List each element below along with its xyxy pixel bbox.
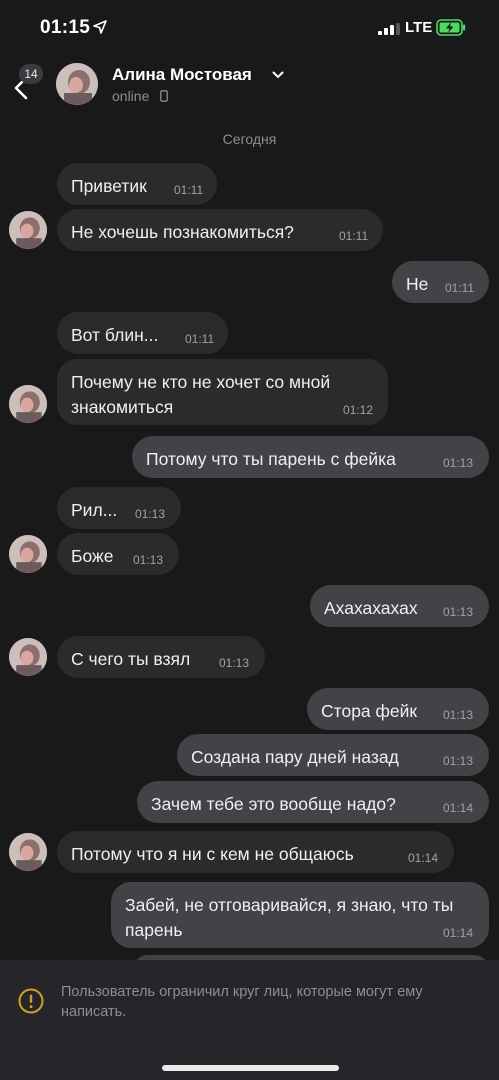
message-time: 01:13 bbox=[443, 605, 474, 619]
network-label: LTE bbox=[405, 19, 433, 36]
sender-avatar[interactable] bbox=[9, 638, 47, 676]
message-text: Ахахахахах bbox=[324, 598, 418, 618]
message-text: Почему не кто не хочет со мной знакомить… bbox=[71, 372, 331, 417]
message-text: Стора фейк bbox=[321, 701, 418, 721]
message-bubble[interactable]: Не хочешь познакомиться? 01:11 bbox=[57, 209, 383, 251]
message-bubble[interactable]: Почему не кто не хочет со мной знакомить… bbox=[57, 359, 388, 425]
message-text: Рил... bbox=[71, 500, 118, 520]
date-separator: Сегодня bbox=[222, 131, 277, 147]
message-text: Боже bbox=[71, 546, 114, 566]
message-text: Забей, не отговаривайся, я знаю, что ты … bbox=[125, 895, 454, 940]
message-text: Потому что ты парень с фейка bbox=[146, 449, 396, 469]
sender-avatar[interactable] bbox=[9, 385, 47, 423]
sender-avatar[interactable] bbox=[9, 211, 47, 249]
message-time: 01:11 bbox=[445, 281, 475, 295]
warning-icon bbox=[18, 988, 44, 1014]
message-bubble[interactable]: С чего ты взял 01:13 bbox=[57, 636, 265, 678]
message-time: 01:13 bbox=[219, 656, 250, 670]
chat-header: 14 Алина Мостовая online bbox=[0, 56, 499, 120]
message-time: 01:14 bbox=[408, 851, 439, 865]
message-text: Создана пару дней назад bbox=[191, 747, 399, 767]
signal-icon bbox=[378, 23, 400, 35]
contact-status: online bbox=[112, 88, 150, 104]
chevron-down-icon[interactable] bbox=[272, 71, 284, 79]
message-time: 01:11 bbox=[185, 332, 215, 346]
message-text: Не bbox=[406, 274, 429, 294]
sender-avatar[interactable] bbox=[9, 833, 47, 871]
message-time: 01:13 bbox=[443, 754, 474, 768]
message-bubble[interactable]: Потому что ты парень с фейка 01:13 bbox=[132, 436, 489, 478]
message-text: Зачем тебе это вообще надо? bbox=[151, 794, 396, 814]
status-time: 01:15 bbox=[40, 17, 91, 38]
message-time: 01:14 bbox=[443, 926, 474, 940]
phone-icon bbox=[160, 90, 168, 102]
message-time: 01:13 bbox=[443, 456, 474, 470]
message-time: 01:11 bbox=[339, 229, 369, 243]
message-time: 01:13 bbox=[443, 708, 474, 722]
location-arrow-icon bbox=[93, 20, 107, 34]
battery-charging-icon bbox=[436, 19, 466, 36]
message-bubble[interactable]: Потому что я ни с кем не общаюсь 01:14 bbox=[57, 831, 454, 873]
status-bar: 01:15 LTE bbox=[0, 0, 499, 56]
message-text: Приветик bbox=[71, 176, 147, 196]
contact-name[interactable]: Алина Мостовая bbox=[112, 65, 252, 85]
contact-avatar[interactable] bbox=[56, 63, 98, 105]
message-bubble[interactable]: Забей, не отговаривайся, я знаю, что ты … bbox=[111, 882, 489, 948]
message-bubble[interactable]: Боже 01:13 bbox=[57, 533, 179, 575]
message-bubble[interactable]: Вот блин... 01:11 bbox=[57, 312, 228, 354]
message-bubble[interactable]: Создана пару дней назад 01:13 bbox=[177, 734, 489, 776]
message-bubble[interactable]: Приветик 01:11 bbox=[57, 163, 217, 205]
message-time: 01:11 bbox=[174, 183, 204, 197]
message-bubble[interactable]: Не 01:11 bbox=[392, 261, 489, 303]
message-time: 01:13 bbox=[133, 553, 164, 567]
message-bubble[interactable]: Ахахахахах 01:13 bbox=[310, 585, 489, 627]
unread-count-badge: 14 bbox=[19, 64, 43, 84]
message-text: Вот блин... bbox=[71, 325, 159, 345]
message-time: 01:13 bbox=[135, 507, 166, 521]
restriction-text: Пользователь ограничил круг лиц, которые… bbox=[61, 984, 423, 1020]
home-indicator[interactable] bbox=[162, 1065, 339, 1071]
message-text: Потому что я ни с кем не общаюсь bbox=[71, 844, 354, 864]
message-bubble[interactable]: Рил... 01:13 bbox=[57, 487, 181, 529]
message-time: 01:14 bbox=[443, 801, 474, 815]
message-text: С чего ты взял bbox=[71, 649, 191, 669]
sender-avatar[interactable] bbox=[9, 535, 47, 573]
restriction-notice: Пользователь ограничил круг лиц, которые… bbox=[0, 960, 499, 1080]
message-time: 01:12 bbox=[343, 403, 374, 417]
message-bubble[interactable]: Зачем тебе это вообще надо? 01:14 bbox=[137, 781, 489, 823]
message-bubble[interactable]: Стора фейк 01:13 bbox=[307, 688, 489, 730]
message-text: Не хочешь познакомиться? bbox=[71, 222, 294, 242]
